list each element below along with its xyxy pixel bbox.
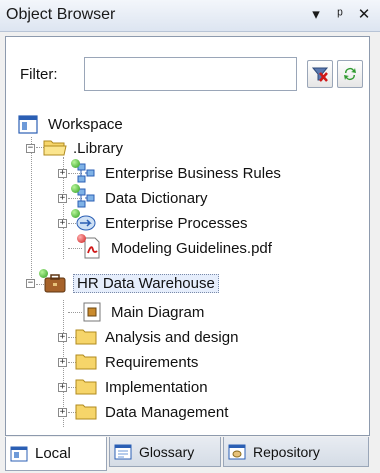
- folder-icon: [75, 376, 99, 398]
- tree-node-label: Enterprise Business Rules: [105, 164, 281, 182]
- diagram-icon: [81, 301, 105, 323]
- folder-open-icon: [43, 137, 67, 159]
- tree-node-enterprise-processes[interactable]: + Enterprise Processes: [58, 209, 248, 235]
- tree-node-label: Data Management: [105, 403, 229, 421]
- titlebar-controls: ▾ ᵖ ✕: [308, 5, 372, 25]
- clear-filter-button[interactable]: [307, 60, 333, 88]
- tree-node-label: Implementation: [105, 378, 208, 396]
- expand-toggle[interactable]: +: [58, 407, 67, 417]
- folder-icon: [75, 351, 99, 373]
- workspace-icon: [18, 113, 42, 135]
- folder-icon: [75, 326, 99, 348]
- tree-node-label: Main Diagram: [111, 303, 205, 321]
- tab-repository[interactable]: Repository: [223, 437, 369, 467]
- tree-node-label: .Library: [73, 139, 124, 157]
- close-icon[interactable]: ✕: [356, 5, 372, 25]
- tree-node-modeling-guidelines[interactable]: Modeling Guidelines.pdf: [75, 234, 272, 260]
- tree-node-library[interactable]: − .Library: [26, 136, 123, 160]
- tree-node-label: Requirements: [105, 353, 199, 371]
- object-tree: Workspace − .Library + Enterprise Busine…: [6, 107, 369, 427]
- tree-node-label: HR Data Warehouse: [73, 273, 219, 293]
- tree-node-label: Modeling Guidelines.pdf: [111, 239, 272, 257]
- dropdown-arrow-icon[interactable]: ▾: [308, 5, 324, 25]
- panel-title: Object Browser: [6, 6, 116, 23]
- process-model-icon: [71, 209, 99, 234]
- refresh-button[interactable]: [337, 60, 363, 88]
- filter-label: Filter:: [20, 66, 58, 83]
- tree-node-workspace[interactable]: Workspace: [18, 112, 123, 136]
- tree-node-data-management[interactable]: + Data Management: [58, 400, 228, 424]
- browser-tabs: Local Glossary Repository: [5, 437, 370, 473]
- collapse-toggle[interactable]: −: [26, 278, 35, 288]
- pdf-file-icon: [77, 234, 105, 259]
- tree-node-implementation[interactable]: + Implementation: [58, 375, 208, 399]
- filter-input[interactable]: [84, 57, 297, 91]
- tree-node-hr-data-warehouse[interactable]: − HR Data Warehouse: [26, 269, 219, 295]
- tree-node-label: Enterprise Processes: [105, 214, 248, 232]
- object-browser-panel: Filter: Workspace − .Library + Enterpris…: [5, 36, 370, 436]
- tab-label: Glossary: [139, 443, 195, 460]
- shortcut-indicator-icon: [71, 209, 80, 218]
- folder-icon: [75, 401, 99, 423]
- expand-toggle[interactable]: +: [58, 357, 67, 367]
- tree-node-requirements[interactable]: + Requirements: [58, 350, 198, 374]
- tree-node-main-diagram[interactable]: Main Diagram: [75, 300, 204, 324]
- tree-node-enterprise-business-rules[interactable]: + Enterprise Business Rules: [58, 159, 281, 185]
- glossary-tab-icon: [114, 443, 134, 461]
- refresh-icon: [344, 68, 356, 80]
- project-briefcase-icon: [39, 269, 67, 294]
- tab-local[interactable]: Local: [5, 437, 107, 471]
- tree-node-label: Analysis and design: [105, 328, 239, 346]
- expand-toggle[interactable]: +: [58, 193, 67, 203]
- expand-toggle[interactable]: +: [58, 332, 67, 342]
- tree-node-label: Workspace: [48, 115, 123, 133]
- local-tab-icon: [10, 445, 30, 463]
- collapse-toggle[interactable]: −: [26, 143, 35, 153]
- panel-titlebar: Object Browser ▾ ᵖ ✕: [0, 0, 380, 32]
- model-package-icon: [71, 184, 99, 209]
- tree-node-data-dictionary[interactable]: + Data Dictionary: [58, 184, 208, 210]
- shortcut-indicator-icon: [39, 269, 48, 278]
- pin-icon[interactable]: ᵖ: [332, 5, 348, 25]
- expand-toggle[interactable]: +: [58, 168, 67, 178]
- tree-node-analysis-and-design[interactable]: + Analysis and design: [58, 325, 238, 349]
- expand-toggle[interactable]: +: [58, 218, 67, 228]
- repository-tab-icon: [228, 443, 248, 461]
- tab-label: Local: [35, 445, 71, 462]
- clear-filter-icon: [311, 67, 329, 82]
- tree-node-label: Data Dictionary: [105, 189, 208, 207]
- shortcut-indicator-icon: [71, 184, 80, 193]
- tab-glossary[interactable]: Glossary: [109, 437, 221, 467]
- model-package-icon: [71, 159, 99, 184]
- shortcut-indicator-icon: [71, 159, 80, 168]
- expand-toggle[interactable]: +: [58, 382, 67, 392]
- shortcut-indicator-icon: [77, 234, 86, 243]
- tab-label: Repository: [253, 443, 320, 460]
